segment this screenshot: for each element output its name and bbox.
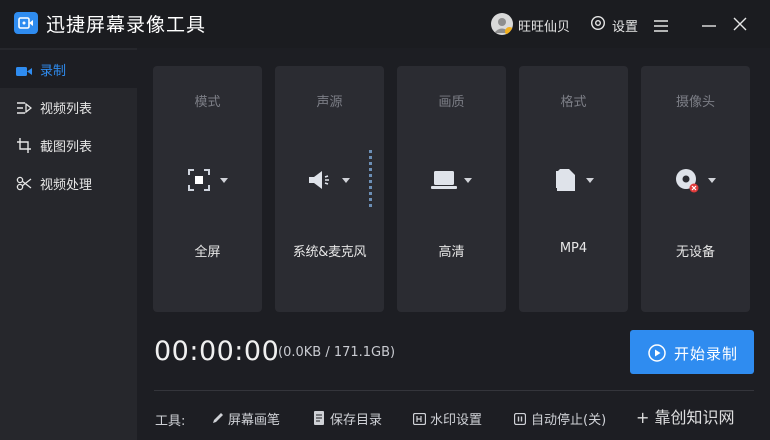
close-icon[interactable] xyxy=(733,16,747,35)
card-value: 无设备 xyxy=(675,245,715,260)
sidebar-item-video-process[interactable]: 视频处理 xyxy=(0,164,137,202)
user-name[interactable]: 旺旺仙贝 xyxy=(518,16,570,35)
chevron-down-icon[interactable] xyxy=(220,178,228,183)
card-heading: 格式 xyxy=(560,95,587,110)
watermark-icon xyxy=(412,410,427,429)
speaker-icon[interactable] xyxy=(275,166,384,194)
file-size-info: (0.0KB / 171.1GB) xyxy=(278,345,396,360)
start-recording-label: 开始录制 xyxy=(674,345,739,363)
app-logo-icon xyxy=(14,12,38,34)
camera-icon xyxy=(16,62,32,81)
recording-timer: 00:00:00 xyxy=(154,336,280,367)
card-heading: 画质 xyxy=(438,95,465,110)
tool-label: 保存目录 xyxy=(330,413,383,428)
laptop-icon[interactable] xyxy=(397,166,506,194)
sidebar-item-video-list[interactable]: 视频列表 xyxy=(0,88,137,126)
card-heading: 声源 xyxy=(316,95,343,110)
play-circle-icon xyxy=(648,344,666,366)
site-watermark: + 靠创知识网 xyxy=(636,408,735,427)
chevron-down-icon[interactable] xyxy=(708,178,716,183)
sidebar-item-label: 录制 xyxy=(40,64,67,79)
vip-badge-icon xyxy=(505,27,513,35)
fullscreen-icon[interactable] xyxy=(153,166,262,194)
app-title: 迅捷屏幕录像工具 xyxy=(46,14,207,36)
title-bar: 迅捷屏幕录像工具 旺旺仙贝 设置 xyxy=(0,0,770,48)
chevron-down-icon[interactable] xyxy=(342,178,350,183)
card-value: 全屏 xyxy=(194,245,221,260)
sidebar-item-screenshot-list[interactable]: 截图列表 xyxy=(0,126,137,164)
tool-label: 自动停止(关) xyxy=(531,413,607,428)
tools-label: 工具: xyxy=(155,414,186,429)
chevron-down-icon[interactable] xyxy=(464,178,472,183)
settings-icon[interactable] xyxy=(590,15,606,35)
screenshot-list-icon xyxy=(16,138,32,157)
avatar[interactable] xyxy=(491,13,513,35)
webcam-disabled-icon[interactable] xyxy=(641,166,750,194)
menu-icon[interactable] xyxy=(654,17,668,36)
card-heading: 模式 xyxy=(194,95,221,110)
sidebar: 录制 视频列表 截图列表 视频处理 xyxy=(0,48,137,440)
tool-label: 屏幕画笔 xyxy=(228,413,281,428)
file-icon[interactable] xyxy=(519,166,628,194)
card-value: MP4 xyxy=(559,241,588,256)
webcam-card[interactable]: 摄像头 无设备 xyxy=(641,66,750,312)
video-list-icon xyxy=(16,100,33,119)
folder-icon xyxy=(313,410,325,429)
sidebar-item-label: 视频处理 xyxy=(40,178,93,193)
video-process-icon xyxy=(16,176,32,195)
pen-icon xyxy=(211,410,224,429)
tool-label: 水印设置 xyxy=(430,413,483,428)
auto-stop-icon xyxy=(513,410,527,429)
mode-card[interactable]: 模式 全屏 xyxy=(153,66,262,312)
sidebar-item-record[interactable]: 录制 xyxy=(0,50,137,88)
minimize-icon[interactable] xyxy=(702,17,716,36)
sidebar-item-label: 视频列表 xyxy=(40,102,93,117)
settings-button[interactable]: 设置 xyxy=(612,16,638,35)
chevron-down-icon[interactable] xyxy=(586,178,594,183)
sidebar-item-label: 截图列表 xyxy=(40,140,93,155)
audio-source-card[interactable]: 声源 系统&麦克风 xyxy=(275,66,384,312)
divider xyxy=(154,390,754,391)
card-value: 高清 xyxy=(438,245,465,260)
volume-level-meter xyxy=(369,150,372,208)
start-recording-button[interactable]: 开始录制 xyxy=(630,330,754,374)
format-card[interactable]: 格式 MP4 xyxy=(519,66,628,312)
card-value: 系统&麦克风 xyxy=(292,245,367,260)
quality-card[interactable]: 画质 高清 xyxy=(397,66,506,312)
card-heading: 摄像头 xyxy=(675,95,715,110)
